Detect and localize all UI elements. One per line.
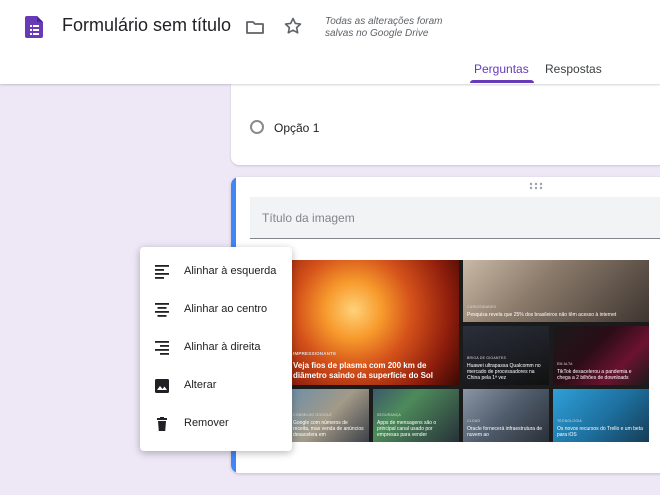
menu-item-label: Alinhar ao centro — [184, 303, 268, 315]
collage-tile-text: Google com números de receita, mas venda… — [293, 420, 364, 438]
menu-item-align-center[interactable]: Alinhar ao centro — [140, 294, 292, 326]
collage-tile: SEGURANÇA Apps de mensagens são o princi… — [373, 389, 459, 442]
menu-item-label: Alinhar à esquerda — [184, 265, 277, 277]
forms-doc-icon[interactable] — [25, 16, 43, 38]
tab-perguntas[interactable]: Perguntas — [474, 62, 529, 76]
collage-tile-text: TikTok desacelerou a pandemia e chega a … — [557, 369, 632, 381]
collage-tile-tag: BRIGA DE GIGANTES — [467, 356, 506, 360]
image-collage[interactable]: IMPRESSIONANTE Veja fios de plasma com 2… — [289, 260, 649, 442]
menu-item-change[interactable]: Alterar — [140, 370, 292, 402]
menu-item-label: Remover — [184, 417, 229, 429]
radio-button[interactable] — [250, 120, 264, 134]
menu-item-remove[interactable]: Remover — [140, 408, 292, 440]
menu-item-align-left[interactable]: Alinhar à esquerda — [140, 256, 292, 288]
top-bar: Formulário sem título Todas as alteraçõe… — [0, 0, 660, 84]
collage-tile: CURIOSIDADES Pesquisa revela que 25% dos… — [463, 260, 649, 322]
menu-item-label: Alterar — [184, 379, 217, 391]
image-title-input[interactable] — [250, 197, 660, 239]
collage-tile-text: Oracle fornecerá infraestrutura de nuvem… — [467, 426, 543, 438]
menu-item-label: Alinhar à direita — [184, 341, 261, 353]
collage-tile-tag: EM ALTA — [557, 362, 573, 366]
collage-tile-tag: CLOUD — [467, 419, 481, 423]
folder-icon[interactable] — [245, 17, 265, 37]
collage-tile-tag: CURIOSIDADES — [467, 305, 497, 309]
collage-tile-tag: CONSELHO GOOGLE — [293, 413, 332, 417]
align-center-icon — [155, 303, 169, 317]
collage-tile-text: Pesquisa revela que 25% dos brasileiros … — [467, 312, 617, 318]
tab-respostas[interactable]: Respostas — [545, 62, 602, 76]
image-item-card[interactable]: IMPRESSIONANTE Veja fios de plasma com 2… — [231, 177, 660, 473]
align-left-icon — [155, 265, 169, 279]
collage-tile: TECNOLOGIA Os novos recursos do Trello e… — [553, 389, 649, 442]
collage-tile-text: Huawei ultrapassa Qualcomm no mercado de… — [467, 363, 541, 381]
save-status: Todas as alterações foram salvas no Goog… — [325, 16, 443, 39]
option-label[interactable]: Opção 1 — [274, 121, 319, 135]
collage-main-tag: IMPRESSIONANTE — [293, 351, 337, 356]
form-title[interactable]: Formulário sem título — [62, 15, 231, 36]
collage-tile-text: Apps de mensagens são o principal canal … — [377, 420, 437, 438]
align-right-icon — [155, 341, 169, 355]
menu-item-align-right[interactable]: Alinhar à direita — [140, 332, 292, 364]
collage-tile: BRIGA DE GIGANTES Huawei ultrapassa Qual… — [463, 326, 549, 385]
trash-icon — [157, 417, 167, 431]
collage-tile: EM ALTA TikTok desacelerou a pandemia e … — [553, 326, 649, 385]
active-tab-indicator — [470, 80, 534, 83]
collage-tile-tag: SEGURANÇA — [377, 413, 401, 417]
collage-main-headline: Veja fios de plasma com 200 km de diâmet… — [293, 361, 434, 380]
image-icon — [155, 379, 169, 393]
collage-tile-tag: TECNOLOGIA — [557, 419, 582, 423]
collage-tile: CONSELHO GOOGLE Google com números de re… — [289, 389, 369, 442]
question-card: Opção 1 — [231, 84, 660, 165]
collage-tile: CLOUD Oracle fornecerá infraestrutura de… — [463, 389, 549, 442]
star-icon[interactable] — [283, 16, 303, 36]
drag-handle-icon[interactable] — [529, 182, 543, 190]
collage-tile-text: Os novos recursos do Trello e um beta pa… — [557, 426, 643, 438]
collage-main-tile: IMPRESSIONANTE Veja fios de plasma com 2… — [289, 260, 459, 385]
image-options-menu: Alinhar à esquerda Alinhar ao centro Ali… — [140, 247, 292, 451]
